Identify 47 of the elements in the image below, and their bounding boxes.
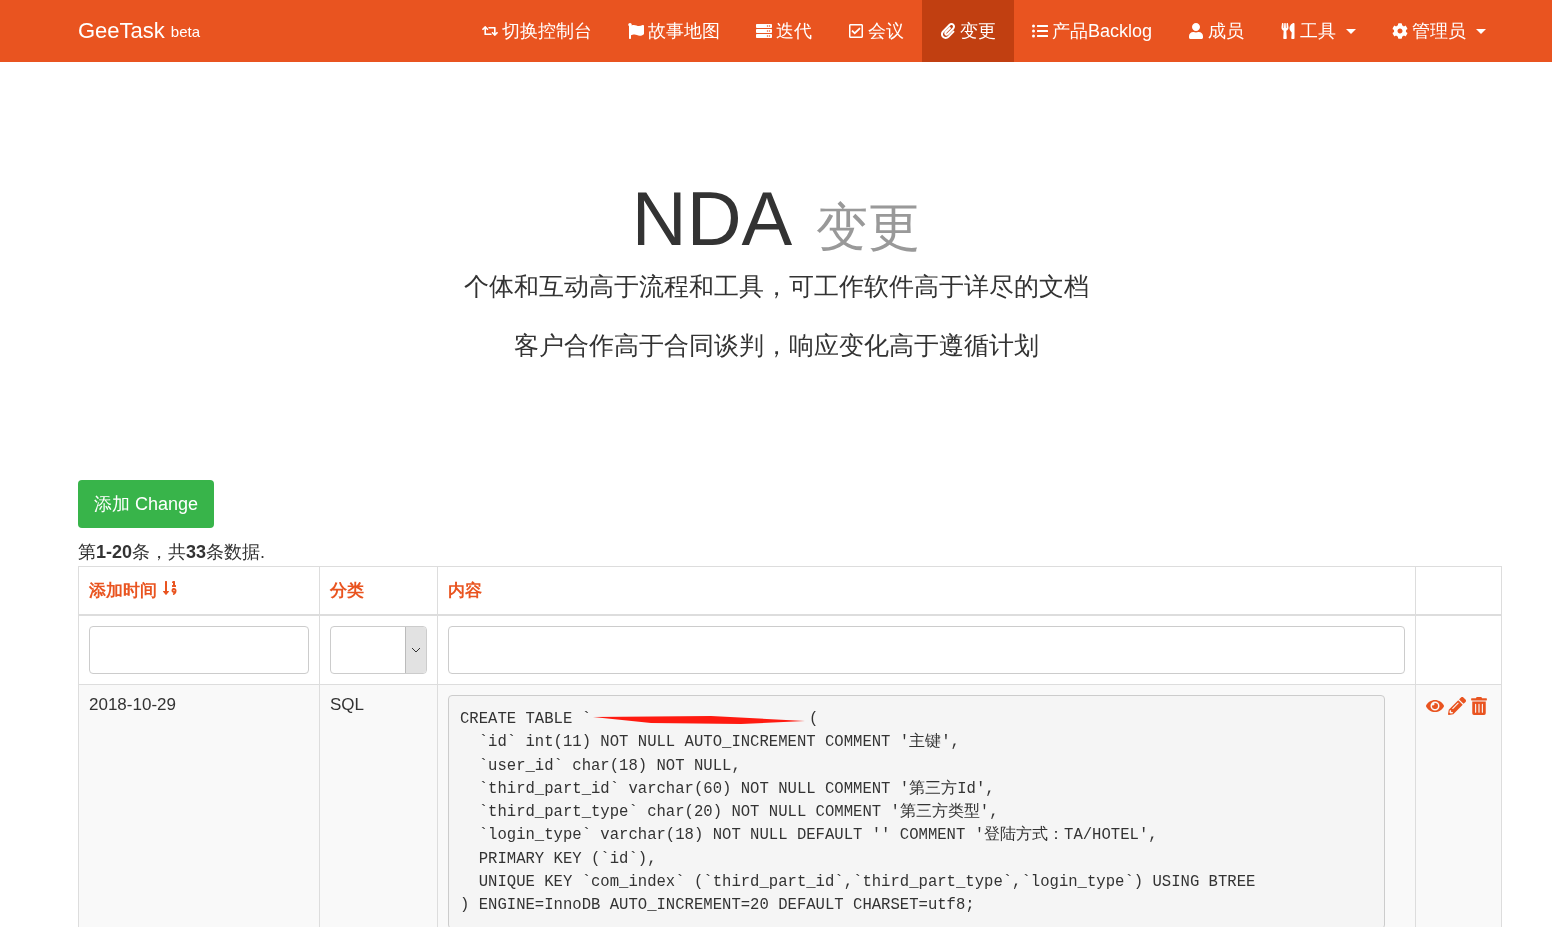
code-line: `login_type` varchar(18) NOT NULL DEFAULT '' COMMENT '登陆方式：TA/HOTEL', xyxy=(477,824,1158,847)
nav-item[interactable]: 产品Backlog xyxy=(1013,0,1170,62)
flag-icon xyxy=(627,23,644,39)
nav-item[interactable]: 迭代 xyxy=(737,0,830,62)
caret-icon xyxy=(1346,28,1356,34)
nav-item[interactable]: 管理员 xyxy=(1374,0,1504,62)
lead-text: 个体和互动高于流程和工具，可工作软件高于详尽的文档 xyxy=(463,271,1089,302)
arrows-icon xyxy=(481,23,498,39)
table-cell: SQL xyxy=(319,684,438,927)
summary-text: 第1-20条，共33条数据. xyxy=(78,541,267,564)
checkbox-icon xyxy=(847,23,864,39)
code-line: `third_part_type` char(20) NOT NULL COMMENT '第三方类型', xyxy=(477,801,999,824)
table-cell: 2018-10-29 xyxy=(78,684,320,927)
nav-item[interactable]: 切换控制台 xyxy=(463,0,610,62)
filter-field[interactable] xyxy=(89,626,309,674)
code-line: ) ENGINE=InnoDB AUTO_INCREMENT=20 DEFAULT CHARSET=utf8; xyxy=(460,895,975,917)
page-title: NDA xyxy=(631,175,793,263)
nav-item[interactable]: 成员 xyxy=(1170,0,1262,62)
fork-knife-icon xyxy=(1280,23,1296,39)
nav-item[interactable]: 故事地图 xyxy=(609,0,738,62)
paperclip-icon xyxy=(939,23,956,39)
edit-icon[interactable] xyxy=(1448,697,1466,715)
code-line: `user_id` char(18) NOT NULL, xyxy=(477,755,741,777)
stack-icon xyxy=(755,23,772,39)
nav-item[interactable]: 会议 xyxy=(829,0,922,62)
list-icon xyxy=(1031,23,1048,39)
settings-icon xyxy=(1392,23,1408,39)
code-line: CREATE TABLE ` xyxy=(460,709,591,730)
user-icon xyxy=(1188,23,1204,39)
sort-icon xyxy=(161,580,178,596)
code-line: `id` int(11) NOT NULL AUTO_INCREMENT COMMENT '主键', xyxy=(477,731,960,754)
chevron-icon xyxy=(411,647,421,653)
code-line: `third_part_id` varchar(60) NOT NULL COMMENT '第三方Id', xyxy=(477,778,995,800)
nav-item[interactable]: 工具 xyxy=(1262,0,1374,62)
code-line: UNIQUE KEY `com_index` (`third_part_id`,`third_part_type`,`login_type`) USING BTREE xyxy=(477,872,1256,894)
brand-tag: beta xyxy=(170,22,201,40)
nav-item[interactable]: 变更 xyxy=(921,0,1014,62)
brand-name[interactable]: GeeTask xyxy=(78,18,165,44)
code-line: ( xyxy=(809,709,819,730)
page-subtitle: 变更 xyxy=(816,197,921,258)
code-line: PRIMARY KEY (`id`), xyxy=(477,848,657,870)
view-icon[interactable] xyxy=(1426,697,1444,715)
delete-icon[interactable] xyxy=(1470,697,1488,715)
caret-icon xyxy=(1476,28,1486,34)
add-button[interactable]: 添加 Change xyxy=(78,480,215,528)
filter-field[interactable] xyxy=(448,626,1405,674)
lead-text: 客户合作高于合同谈判，响应变化高于遵循计划 xyxy=(513,330,1039,361)
